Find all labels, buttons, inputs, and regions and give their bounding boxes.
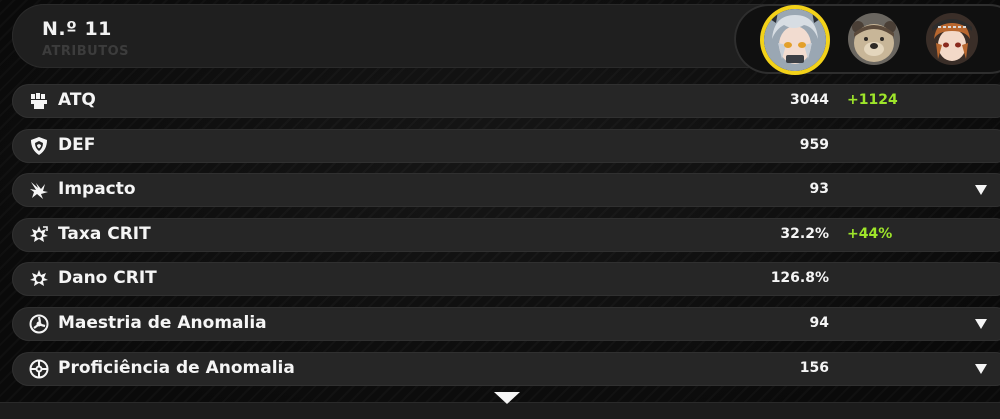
stat-label: ATQ [58, 90, 96, 110]
stat-bonus: +44% [847, 225, 893, 242]
stat-value: 156 [799, 359, 829, 376]
stat-row-dano-crit[interactable]: Dano CRIT 126.8% [12, 262, 1000, 297]
auburn-haired-agent-portrait [926, 13, 978, 65]
stat-row-maestria-de-anomalia[interactable]: Maestria de Anomalia 94 [12, 306, 1000, 341]
attributes-panel: N.º 11 ATRIBUTOS ATQ 3044 +1124 DEF 959 … [0, 0, 1000, 419]
stat-row-atq[interactable]: ATQ 3044 +1124 [12, 84, 1000, 118]
section-subtitle: ATRIBUTOS [42, 44, 130, 59]
slot-title: N.º 11 [42, 18, 112, 40]
chevron-down-icon[interactable] [975, 185, 987, 196]
stat-label: Impacto [58, 179, 136, 200]
stat-label: Maestria de Anomalia [58, 312, 267, 333]
stat-label: Proficiência de Anomalia [58, 357, 295, 378]
agent-avatar-tray [734, 4, 1000, 74]
chevron-down-icon[interactable] [975, 363, 987, 374]
crit-rate-icon [29, 225, 49, 245]
stat-row-impacto[interactable]: Impacto 93 [12, 173, 1000, 208]
avatar-silver-haired-agent[interactable] [764, 9, 826, 71]
stat-value: 3044 [790, 92, 829, 108]
stat-row-taxa-crit[interactable]: Taxa CRIT 32.2% +44% [12, 217, 1000, 252]
chevron-down-icon[interactable] [975, 318, 987, 329]
stat-bonus: +1124 [847, 92, 898, 108]
stat-value: 94 [809, 314, 829, 331]
stat-row-proficiencia-de-anomalia[interactable]: Proficiência de Anomalia 156 [12, 351, 1000, 386]
stat-value: 126.8% [770, 270, 829, 287]
fist-icon [29, 91, 49, 111]
avatar-bear-agent[interactable] [848, 13, 900, 65]
header-bar: N.º 11 ATRIBUTOS [12, 4, 1000, 74]
stat-value: 959 [799, 136, 829, 153]
stat-row-def[interactable]: DEF 959 [12, 128, 1000, 163]
scroll-down-icon[interactable] [494, 392, 520, 404]
stat-value: 32.2% [780, 225, 829, 242]
stat-list: ATQ 3044 +1124 DEF 959 Impacto 93 Taxa C… [12, 84, 1000, 396]
silver-haired-agent-portrait [764, 9, 826, 71]
bottom-divider [0, 402, 1000, 419]
anomaly-mastery-icon [29, 314, 49, 334]
impact-icon [29, 180, 49, 200]
anomaly-proficiency-icon [29, 359, 49, 379]
stat-label: Dano CRIT [58, 268, 157, 289]
stat-value: 93 [809, 181, 829, 198]
crit-dmg-icon [29, 269, 49, 289]
avatar-auburn-haired-agent[interactable] [926, 13, 978, 65]
shield-icon [29, 136, 49, 156]
stat-label: DEF [58, 134, 96, 155]
stat-label: Taxa CRIT [58, 223, 151, 244]
bear-agent-portrait [848, 13, 900, 65]
